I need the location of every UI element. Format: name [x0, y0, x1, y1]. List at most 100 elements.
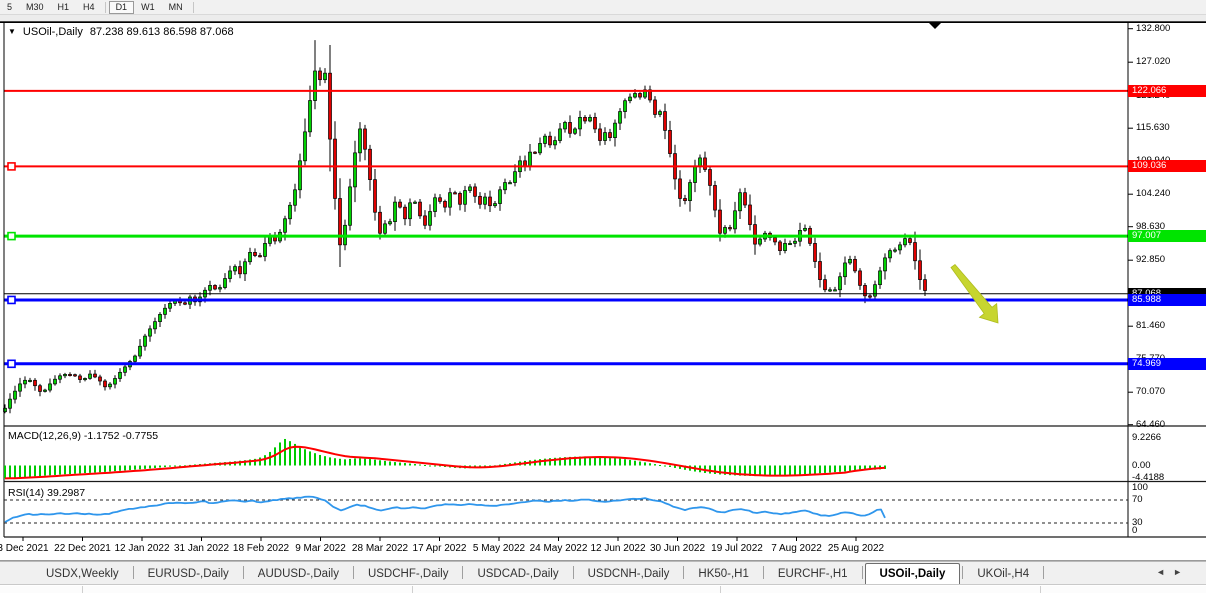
macd-histogram-bar — [709, 466, 711, 474]
macd-histogram-bar — [604, 457, 606, 465]
price-tick-label: 132.800 — [1136, 24, 1206, 34]
macd-histogram-bar — [819, 466, 821, 474]
tab-scroll-left-icon[interactable]: ◄ — [1156, 567, 1173, 577]
candle-body — [834, 290, 837, 291]
status-separator — [1040, 586, 1041, 593]
tab-separator — [962, 566, 963, 579]
candle-body — [339, 198, 342, 244]
macd-histogram-bar — [624, 459, 626, 465]
macd-histogram-bar — [34, 466, 36, 477]
candle-body — [489, 197, 492, 206]
candle-body — [699, 158, 702, 167]
line-price-label: 74.969 — [1128, 358, 1206, 370]
macd-histogram-bar — [344, 459, 346, 465]
tab-scroll-right-icon[interactable]: ► — [1173, 567, 1190, 577]
chart-title: ▼ USOil-,Daily 87.238 89.613 86.598 87.0… — [8, 26, 234, 38]
horizontal-line-85.988[interactable] — [4, 296, 1128, 303]
rsi-label: RSI(14) 39.2987 — [8, 487, 85, 499]
macd-histogram-bar — [399, 463, 401, 466]
chart-plot-area[interactable] — [0, 0, 1206, 593]
symbol-tab-eurusd-daily[interactable]: EURUSD-,Daily — [136, 564, 241, 584]
candle-body — [894, 250, 897, 251]
status-separator — [82, 586, 83, 593]
macd-histogram-bar — [404, 463, 406, 465]
macd-histogram-bar — [544, 459, 546, 466]
candle-body — [149, 329, 152, 336]
candle-body — [504, 183, 507, 190]
macd-histogram-bar — [779, 466, 781, 476]
candle-body — [744, 193, 747, 205]
candle-body — [249, 252, 252, 261]
macd-histogram-bar — [809, 466, 811, 475]
candle-body — [414, 202, 417, 203]
macd-histogram-bar — [639, 462, 641, 466]
candle-body — [839, 277, 842, 290]
macd-histogram-bar — [834, 466, 836, 473]
symbol-tab-ukoil-h4[interactable]: UKOil-,H4 — [965, 564, 1041, 584]
candle-body — [819, 261, 822, 279]
candle-body — [814, 243, 817, 261]
macd-histogram-bar — [334, 458, 336, 465]
candle-body — [164, 308, 167, 314]
symbol-tab-eurchf-h1[interactable]: EURCHF-,H1 — [766, 564, 860, 584]
candle-body — [144, 336, 147, 346]
candle-body — [719, 210, 722, 233]
symbol-tab-usdchf-daily[interactable]: USDCHF-,Daily — [356, 564, 461, 584]
tab-scroll-arrows: ◄► — [1156, 567, 1190, 577]
tab-separator — [1043, 566, 1044, 579]
candle-body — [254, 252, 257, 255]
macd-histogram-bar — [354, 458, 356, 465]
candle-body — [434, 198, 437, 212]
candle-body — [619, 112, 622, 124]
horizontal-line-109.036[interactable] — [4, 163, 1128, 170]
candle-body — [124, 367, 127, 372]
candle-body — [294, 190, 297, 205]
candle-body — [579, 117, 582, 129]
macd-histogram-bar — [94, 466, 96, 473]
macd-histogram-bar — [339, 459, 341, 466]
macd-tick-label: 9.2266 — [1132, 433, 1206, 443]
macd-histogram-bar — [369, 459, 371, 465]
candle-body — [924, 280, 927, 291]
candle-body — [854, 259, 857, 271]
macd-histogram-bar — [54, 466, 56, 475]
candle-body — [134, 356, 137, 361]
macd-histogram-bar — [139, 466, 141, 470]
symbol-tab-usdx-weekly[interactable]: USDX,Weekly — [34, 564, 131, 584]
candle-body — [914, 243, 917, 261]
macd-histogram-bar — [314, 453, 316, 465]
chart-shift-marker-icon[interactable] — [929, 23, 941, 29]
candle-body — [14, 391, 17, 399]
candle-body — [29, 380, 32, 381]
macd-histogram-bar — [64, 466, 66, 475]
symbol-tab-usdcad-daily[interactable]: USDCAD-,Daily — [465, 564, 570, 584]
symbol-tab-usdcnh-daily[interactable]: USDCNH-,Daily — [576, 564, 682, 584]
candle-body — [84, 378, 87, 379]
horizontal-line-74.969[interactable] — [4, 360, 1128, 367]
symbol-tab-audusd-daily[interactable]: AUDUSD-,Daily — [246, 564, 351, 584]
symbol-tab-hk50-h1[interactable]: HK50-,H1 — [686, 564, 761, 584]
line-drag-handle — [8, 296, 15, 303]
macd-histogram-bar — [24, 466, 26, 477]
macd-histogram-bar — [394, 462, 396, 465]
macd-histogram-bar — [264, 455, 266, 465]
macd-histogram-bar — [144, 466, 146, 469]
macd-histogram-bar — [659, 465, 661, 466]
macd-histogram-bar — [654, 464, 656, 465]
candle-body — [424, 216, 427, 225]
macd-histogram-bar — [59, 466, 61, 475]
horizontal-line-97.007[interactable] — [4, 233, 1128, 240]
macd-histogram-bar — [824, 466, 826, 473]
macd-histogram-bar — [44, 466, 46, 476]
rsi-value: 39.2987 — [47, 487, 85, 499]
candle-body — [609, 133, 612, 138]
line-price-label: 85.988 — [1128, 294, 1206, 306]
chart-menu-triangle-icon[interactable]: ▼ — [8, 27, 16, 37]
macd-histogram-bar — [9, 466, 11, 479]
candle-body — [24, 380, 27, 384]
line-drag-handle — [8, 360, 15, 367]
candle-body — [399, 202, 402, 207]
candle-body — [869, 296, 872, 297]
symbol-tab-usoil-daily[interactable]: USOil-,Daily — [865, 563, 961, 584]
candle-body — [654, 100, 657, 114]
